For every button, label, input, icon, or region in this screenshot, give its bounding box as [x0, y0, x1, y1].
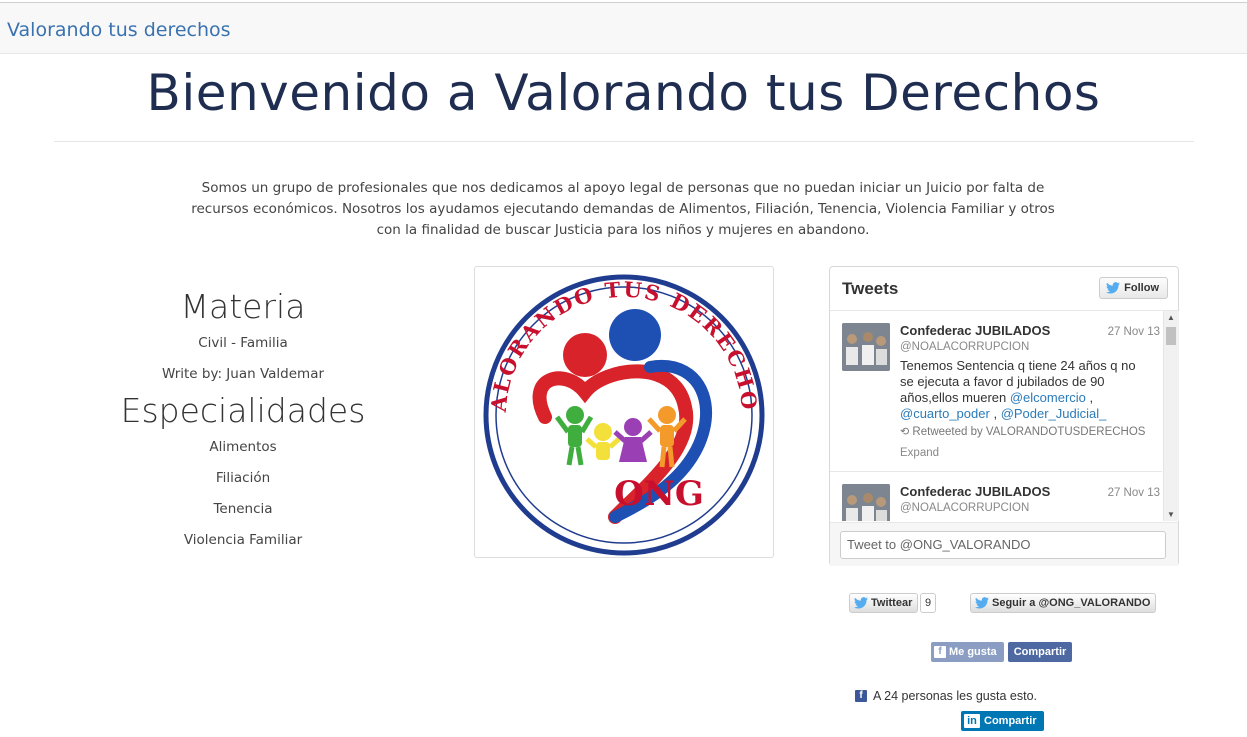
tweet-date[interactable]: 27 Nov 13	[1108, 487, 1160, 499]
logo-center-text: ONG	[614, 474, 704, 514]
fb-like-label: Me gusta	[949, 646, 997, 658]
scroll-up-icon[interactable]: ▲	[1167, 313, 1175, 322]
ong-logo: VALORANDO TUS DERECHOS	[466, 247, 774, 558]
follow-label: Follow	[1124, 282, 1159, 294]
twitter-widget-header: Tweets Follow	[830, 267, 1178, 311]
facebook-icon: f	[855, 690, 867, 702]
twitter-bird-icon	[975, 597, 989, 609]
linkedin-share-button[interactable]: in Compartir	[961, 711, 1044, 731]
scrollbar-thumb[interactable]	[1166, 327, 1176, 345]
tweet-avatar[interactable]	[842, 484, 890, 521]
retweet-note: ⟲ Retweeted by VALORANDOTUSDERECHOS	[900, 425, 1145, 438]
twitter-follow-button[interactable]: Follow	[1099, 277, 1168, 299]
scroll-down-icon[interactable]: ▼	[1167, 510, 1175, 519]
tweet-stream[interactable]: Confederac JUBILADOS 27 Nov 13 @NOALACOR…	[830, 311, 1162, 521]
twittear-label: Twittear	[871, 597, 913, 609]
brand-link[interactable]: Valorando tus derechos	[7, 19, 231, 41]
page-title: Bienvenido a Valorando tus Derechos	[146, 64, 1101, 122]
tweet-date[interactable]: 27 Nov 13	[1108, 326, 1160, 338]
facebook-icon: f	[934, 646, 946, 658]
twitter-bird-icon	[854, 597, 868, 609]
tweet-author-handle[interactable]: @NOALACORRUPCION	[900, 341, 1029, 353]
fb-count-text: A 24 personas les gusta esto.	[873, 689, 1037, 703]
tweet-compose-area: Tweet to @ONG_VALORANDO	[830, 522, 1178, 566]
tweet-author-name[interactable]: Confederac JUBILADOS	[900, 323, 1050, 338]
especialidad-item: Violencia Familiar	[183, 532, 303, 548]
retweet-text: Retweeted by VALORANDOTUSDERECHOS	[912, 426, 1146, 438]
top-navbar: Valorando tus derechos	[0, 2, 1247, 54]
especialidad-item: Filiación	[215, 470, 271, 486]
retweet-icon: ⟲	[900, 426, 910, 438]
especialidad-item: Alimentos	[209, 439, 277, 455]
intro-paragraph: Somos un grupo de profesionales que nos …	[191, 180, 1055, 238]
materia-heading: Materia	[180, 287, 306, 326]
twitter-widget-title: Tweets	[842, 279, 899, 298]
mention-link[interactable]: @elcomercio	[1010, 390, 1086, 405]
facebook-like-button[interactable]: f Me gusta	[931, 642, 1004, 662]
linkedin-share-label: Compartir	[984, 715, 1037, 727]
materia-value: Civil - Familia	[198, 335, 288, 351]
tweet-text: Tenemos Sentencia q tiene 24 años q no s…	[900, 358, 1136, 421]
mention-link[interactable]: @cuarto_poder	[900, 406, 990, 421]
divider	[54, 141, 1194, 142]
tweet-item[interactable]: Confederac JUBILADOS 27 Nov 13 @NOALACOR…	[830, 472, 1162, 521]
tweet-author-handle[interactable]: @NOALACORRUPCION	[900, 502, 1029, 514]
especialidades-heading: Especialidades	[120, 391, 366, 430]
twitter-timeline-widget: Tweets Follow Confederac JUBILADOS 27 No…	[829, 266, 1179, 566]
tweet-item[interactable]: Confederac JUBILADOS 27 Nov 13 @NOALACOR…	[830, 311, 1162, 472]
facebook-like-count: f A 24 personas les gusta esto.	[855, 689, 1037, 703]
twitter-follow-account-button[interactable]: Seguir a @ONG_VALORANDO	[970, 593, 1157, 613]
info-column: Materia Civil - Familia Write by: Juan V…	[90, 286, 396, 556]
mention-link[interactable]: @Poder_Judicial_	[1001, 406, 1107, 421]
tweet-avatar[interactable]	[842, 323, 890, 371]
twitter-bird-icon	[1106, 282, 1121, 294]
tweet-compose-input[interactable]: Tweet to @ONG_VALORANDO	[840, 531, 1166, 559]
twittear-button[interactable]: Twittear	[849, 593, 919, 613]
tweet-expand-link[interactable]: Expand	[900, 447, 939, 459]
linkedin-icon: in	[964, 714, 980, 728]
logo-image: VALORANDO TUS DERECHOS	[466, 247, 765, 556]
author-line: Write by: Juan Valdemar	[161, 366, 325, 382]
tweet-count-bubble: 9	[920, 593, 937, 613]
especialidad-item: Tenencia	[213, 501, 273, 517]
facebook-share-button[interactable]: Compartir	[1008, 642, 1072, 662]
tweet-author-name[interactable]: Confederac JUBILADOS	[900, 484, 1050, 499]
tweet-scrollbar[interactable]: ▲ ▼	[1163, 311, 1179, 521]
follow-account-label: Seguir a @ONG_VALORANDO	[992, 597, 1151, 609]
